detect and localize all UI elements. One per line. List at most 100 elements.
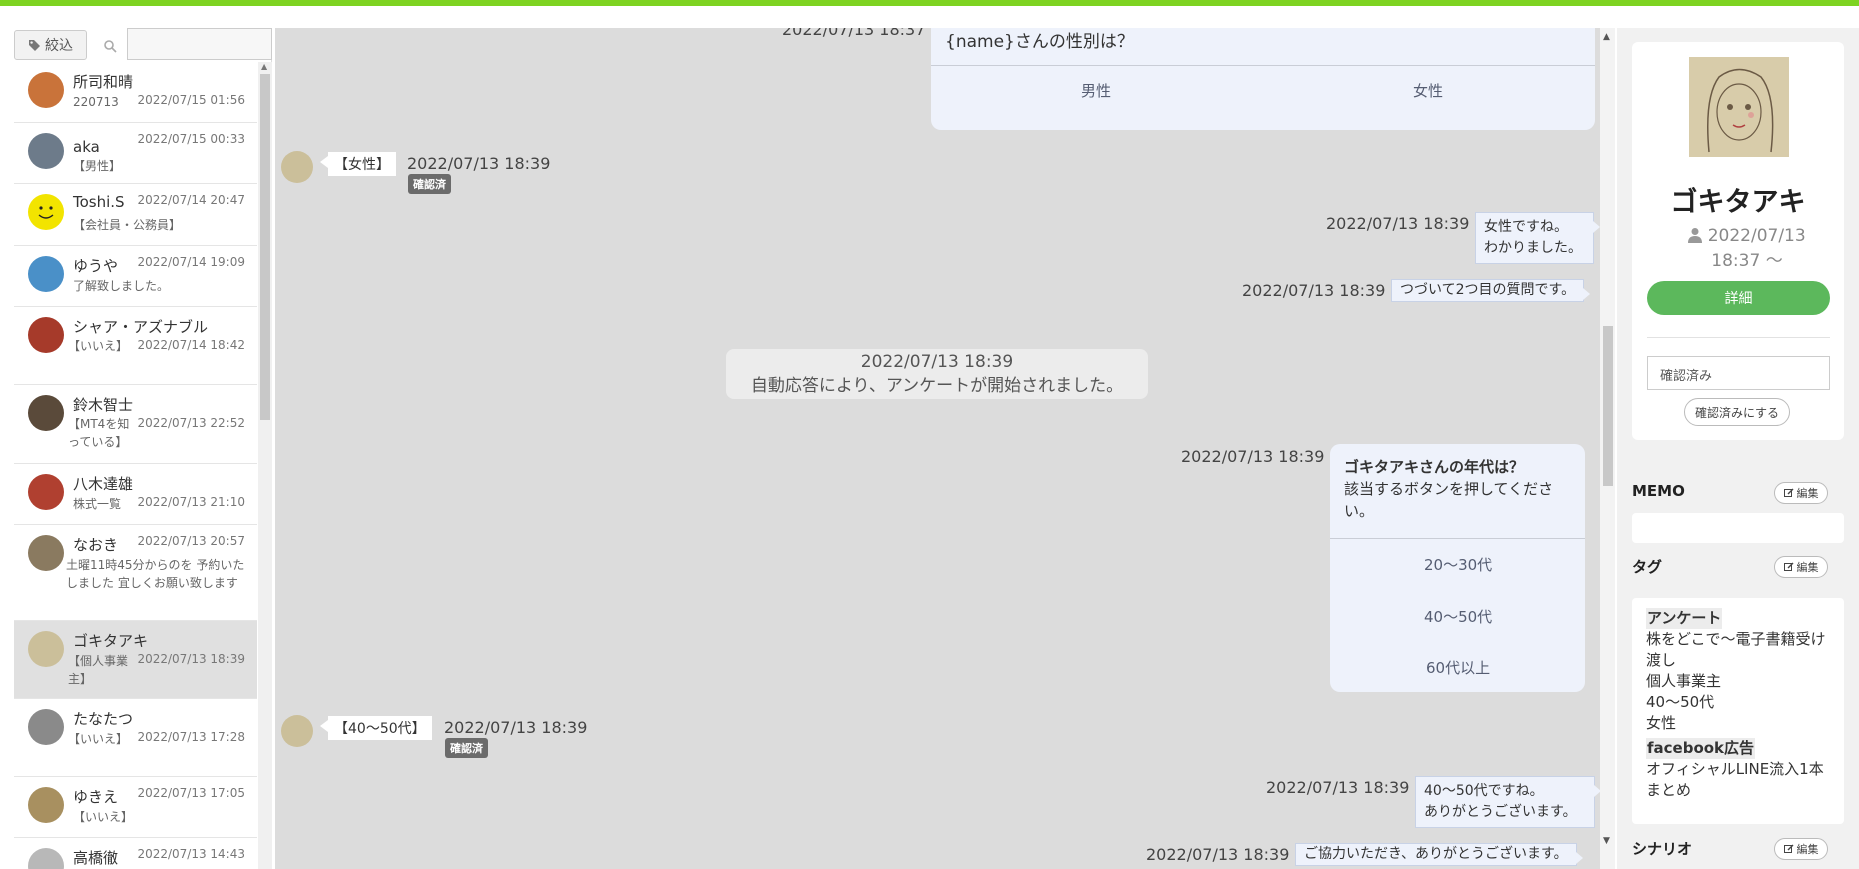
tag-title: タグ [1632, 558, 1663, 576]
contact-last-message: 【いいえ】 [68, 339, 129, 353]
avatar [28, 631, 64, 667]
scenario-edit-button[interactable]: 編集 [1774, 838, 1828, 860]
contact-list-scrollbar[interactable]: ▲ [258, 62, 272, 869]
chat-area: 2022/07/13 18:37 {name}さんの性別は？ 男性 女性 【女性… [275, 28, 1601, 869]
list-item[interactable]: 鈴木智士 【MT4を知っている】 2022/07/13 22:52 [14, 385, 257, 464]
tag-item: 女性 [1646, 714, 1677, 732]
scroll-up-arrow-icon[interactable]: ▲ [1603, 32, 1610, 42]
survey-option[interactable]: 20〜30代 [1424, 554, 1492, 575]
tag-icon [29, 39, 40, 51]
system-notice: 2022/07/13 18:39 自動応答により、アンケートが開始されました。 [726, 349, 1148, 399]
bot-message-bubble: 女性ですね。 わかりました。 [1475, 212, 1600, 264]
survey-option[interactable]: 60代以上 [1426, 657, 1490, 678]
mark-confirmed-button[interactable]: 確認済みにする [1684, 398, 1790, 426]
list-item[interactable]: シャア・アズナブル 【いいえ】 2022/07/14 18:42 [14, 307, 257, 385]
contact-name: シャア・アズナブル [73, 318, 209, 336]
profile-picture [1689, 57, 1789, 157]
avatar [28, 535, 64, 571]
filter-label: 絞込 [45, 38, 73, 54]
contact-name: 鈴木智士 [73, 396, 134, 414]
scrollbar-thumb[interactable] [260, 74, 270, 420]
message-timestamp: 2022/07/13 18:39 [444, 718, 588, 737]
list-item[interactable]: 高橋徹 2022/07/13 14:43 [14, 838, 257, 869]
list-item[interactable]: 八木達雄 株式一覧 2022/07/13 21:10 [14, 464, 257, 525]
tag-item: 個人事業主 [1646, 672, 1722, 690]
search-icon[interactable] [96, 34, 124, 58]
edit-label: 編集 [1796, 561, 1819, 574]
message-timestamp: 2022/07/13 18:39 [1146, 845, 1290, 864]
contact-last-message: 【いいえ】 [73, 810, 134, 824]
avatar [28, 848, 64, 869]
avatar [28, 317, 64, 353]
list-item[interactable]: たなたつ 【いいえ】 2022/07/13 17:28 [14, 699, 257, 777]
list-item[interactable]: ゴキタアキ 【個人事業主】 2022/07/13 18:39 [14, 621, 257, 699]
message-timestamp: 2022/07/13 18:39 [1242, 281, 1386, 300]
avatar [28, 256, 64, 292]
tag-edit-button[interactable]: 編集 [1774, 556, 1828, 578]
edit-icon [1783, 562, 1793, 571]
survey-card: ゴキタアキさんの年代は？ 該当するボタンを押してください。 20〜30代 40〜… [1330, 444, 1585, 692]
contact-date: 2022/07/13 21:10 [137, 495, 245, 509]
profile-name: ゴキタアキ [1670, 187, 1806, 218]
user-reply-bubble: 【女性】 [320, 152, 396, 176]
contact-last-message: 【MT4を知っている】 [68, 417, 130, 449]
survey-body: 該当するボタンを押してください。 [1344, 480, 1554, 520]
contact-name: 八木達雄 [73, 475, 134, 493]
message-timestamp: 2022/07/13 18:39 [1181, 447, 1325, 466]
message-timestamp: 2022/07/13 18:39 [407, 154, 551, 173]
list-item[interactable]: ゆきえ 2022/07/13 17:05 【いいえ】 [14, 777, 257, 838]
contact-name: aka [73, 138, 100, 156]
message-line: わかりました。 [1484, 240, 1582, 256]
chat-scrollbar[interactable]: ▲ ▼ [1600, 28, 1615, 869]
detail-button[interactable]: 詳細 [1647, 281, 1830, 315]
survey-question: ゴキタアキさんの年代は？ 該当するボタンを押してください。 [1330, 444, 1585, 522]
read-badge: 確認済 [445, 738, 488, 758]
smiley-icon [38, 206, 54, 219]
profile-sidebar: ゴキタアキ 2022/07/13 18:37 〜 詳細 確認済み 確認済みにする… [1617, 28, 1859, 869]
scroll-down-arrow-icon[interactable]: ▼ [1603, 836, 1610, 846]
message-timestamp: 2022/07/13 18:39 [1266, 778, 1410, 797]
survey-option-male[interactable]: 男性 [1081, 80, 1111, 101]
filter-row: 絞込 [14, 28, 272, 60]
profile-since-date: 2022/07/13 [1707, 226, 1806, 246]
tag-group-title: アンケート [1646, 608, 1723, 629]
list-item[interactable]: ゆうや 2022/07/14 19:09 了解致しました。 [14, 246, 257, 307]
contact-list: 所司和晴 220713 2022/07/15 01:56 aka 2022/07… [14, 62, 257, 869]
list-item[interactable]: なおき 2022/07/13 20:57 土曜11時45分からのを 予約いたしま… [14, 525, 257, 621]
scroll-up-arrow-icon[interactable]: ▲ [261, 62, 267, 71]
contact-last-message: 【個人事業主】 [68, 654, 129, 686]
bot-message-bubble: 40〜50代ですね。 ありがとうございます。 [1415, 776, 1601, 828]
profile-since: 2022/07/13 18:37 〜 [1672, 224, 1822, 274]
list-item[interactable]: 所司和晴 220713 2022/07/15 01:56 [14, 62, 257, 123]
status-field[interactable]: 確認済み [1647, 356, 1830, 390]
contact-date: 2022/07/14 18:42 [137, 338, 245, 352]
contact-list-panel: 絞込 所司和晴 220713 2022/07/15 01:56 aka 2022… [14, 28, 272, 869]
scrollbar-thumb[interactable] [1603, 326, 1613, 486]
avatar [28, 72, 64, 108]
tag-item: オフィシャルLINE流入1本まとめ [1646, 760, 1824, 799]
contact-last-message: 【いいえ】 [68, 732, 129, 746]
contact-last-message: 【男性】 [73, 159, 122, 173]
divider [1330, 538, 1585, 539]
survey-title: ゴキタアキさんの年代は？ [1344, 458, 1525, 476]
top-accent-bar [0, 0, 1859, 6]
avatar [28, 133, 64, 169]
contact-name: Toshi.S [73, 193, 125, 211]
survey-option-female[interactable]: 女性 [1413, 80, 1443, 101]
list-item[interactable]: aka 2022/07/15 00:33 【男性】 [14, 123, 257, 184]
memo-box[interactable] [1632, 513, 1844, 543]
contact-date: 2022/07/13 17:28 [137, 730, 245, 744]
message-line: 40〜50代ですね。 [1424, 783, 1544, 799]
read-badge: 確認済 [408, 174, 451, 194]
memo-edit-button[interactable]: 編集 [1774, 482, 1828, 504]
contact-name: ゴキタアキ [73, 632, 149, 650]
filter-button[interactable]: 絞込 [14, 30, 87, 60]
survey-option[interactable]: 40〜50代 [1424, 606, 1492, 627]
system-notice-text: 自動応答により、アンケートが開始されました。 [750, 376, 1124, 396]
search-input[interactable] [127, 28, 272, 60]
edit-icon [1783, 488, 1793, 497]
contact-date: 2022/07/13 18:39 [137, 652, 245, 666]
list-item[interactable]: Toshi.S 2022/07/14 20:47 【会社員・公務員】 [14, 184, 257, 246]
divider [931, 65, 1595, 66]
edit-label: 編集 [1796, 843, 1819, 856]
